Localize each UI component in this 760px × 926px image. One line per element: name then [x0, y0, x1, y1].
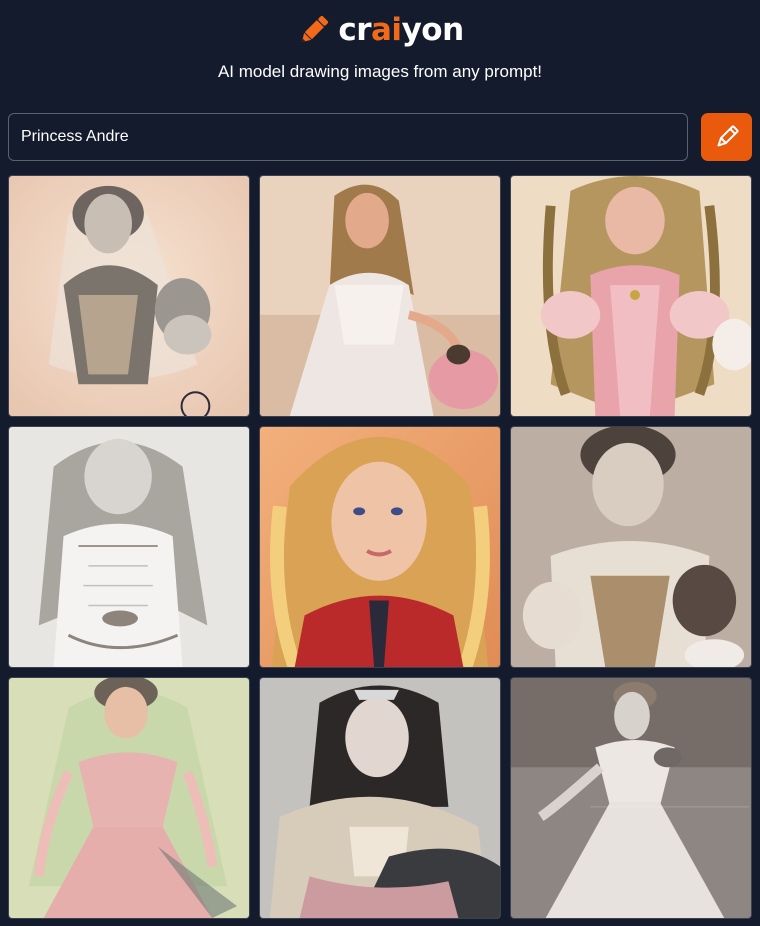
result-image-8[interactable] — [259, 677, 501, 919]
result-image-5[interactable] — [259, 426, 501, 668]
brand-accent: ai — [371, 12, 402, 48]
prompt-input[interactable] — [8, 113, 688, 161]
logo[interactable]: craiyon — [0, 10, 760, 50]
result-image-7[interactable] — [8, 677, 250, 919]
brand-name: craiyon — [338, 12, 464, 48]
pencil-icon — [717, 125, 739, 147]
result-image-6[interactable] — [510, 426, 752, 668]
result-image-2[interactable] — [259, 175, 501, 417]
pencil-icon — [302, 15, 329, 43]
results-grid — [8, 175, 752, 919]
tagline: AI model drawing images from any prompt! — [217, 62, 543, 81]
result-image-1[interactable] — [8, 175, 250, 417]
result-image-4[interactable] — [8, 426, 250, 668]
result-image-3[interactable] — [510, 175, 752, 417]
result-image-9[interactable] — [510, 677, 752, 919]
draw-button[interactable] — [701, 113, 752, 161]
craiyon-app: craiyon AI model drawing images from any… — [0, 0, 760, 926]
